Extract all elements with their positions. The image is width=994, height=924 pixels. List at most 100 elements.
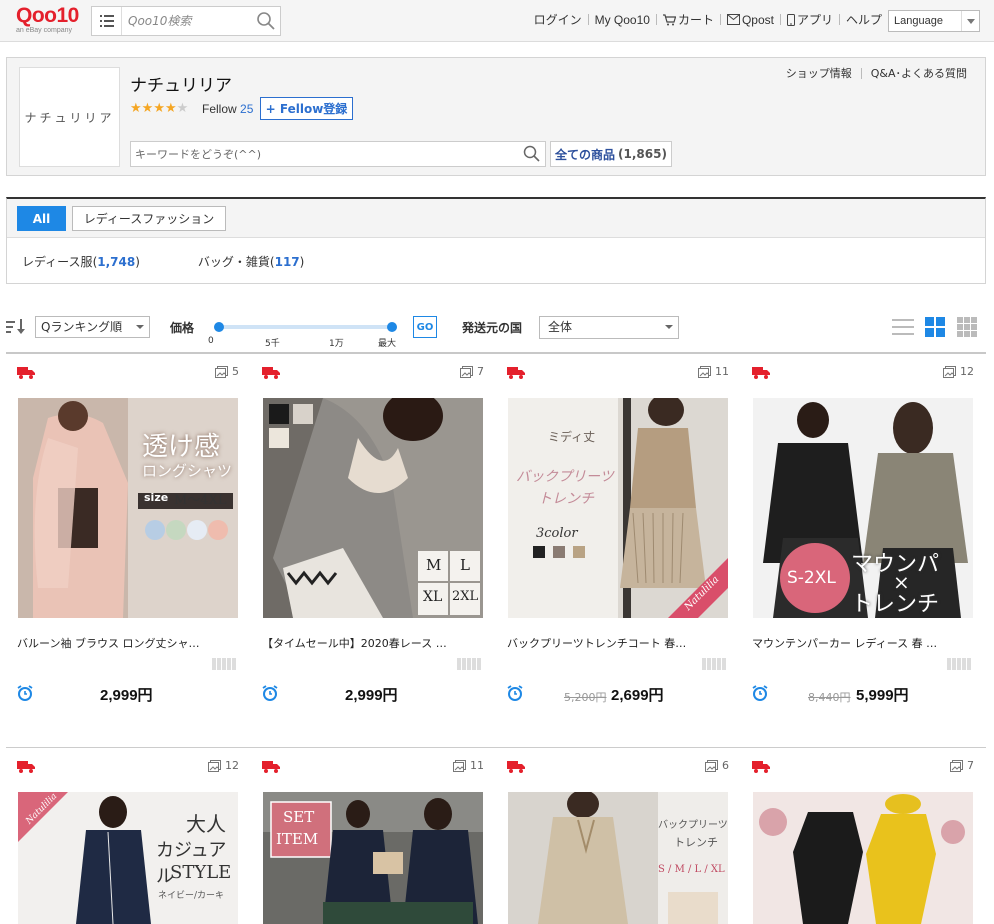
tab-ladies-fashion[interactable]: レディースファッション: [72, 206, 226, 231]
gallery-icon: [950, 759, 963, 772]
product-image-caption: バックプリーツ: [658, 820, 728, 831]
product-card: 12 Natulilia 大人 カジュアル STYLE ネイビー/カーキ: [17, 746, 239, 924]
faq-link[interactable]: Q&A･よくある質問: [871, 65, 967, 81]
fellow-count: Fellow 25: [202, 102, 254, 116]
shop-logo[interactable]: ナチュリリア: [19, 67, 120, 167]
search-icon[interactable]: [523, 145, 541, 163]
star-icon: ★: [164, 101, 177, 116]
product-image-caption: ミディ丈: [548, 430, 596, 444]
ship-from-label: 発送元の国: [462, 321, 523, 335]
category-menu-icon[interactable]: [92, 7, 122, 35]
nav-my-qoo10[interactable]: My Qoo10: [595, 13, 650, 27]
qoo10-logo[interactable]: Qoo10 an eBay company: [16, 4, 79, 37]
nav-help[interactable]: ヘルプ: [846, 11, 882, 28]
gallery-view-icon[interactable]: [956, 316, 978, 338]
product-title[interactable]: バルーン袖 ブラウス ロング丈シャツ ワイドスリーブ: [17, 635, 207, 651]
product-image-caption: バックプリーツ: [516, 469, 614, 485]
chevron-down-icon: [665, 325, 673, 329]
subcategory-bags[interactable]: バッグ・雑貨(117): [198, 253, 304, 270]
shop-info-link[interactable]: ショップ情報: [786, 65, 852, 81]
product-image-caption: M～4XL: [174, 493, 227, 508]
product-image[interactable]: 透け感 ロングシャツ size M～4XL: [18, 398, 238, 618]
shop-search: [130, 141, 546, 167]
delivery-truck-icon: [17, 366, 35, 382]
product-image[interactable]: M L XL 2XL: [263, 398, 483, 618]
sort-select[interactable]: Qランキング順: [35, 316, 150, 338]
product-image-caption: ネイビー/カーキ: [158, 891, 225, 901]
image-count: 11: [453, 759, 484, 772]
gallery-icon: [453, 759, 466, 772]
search-icon[interactable]: [256, 11, 276, 31]
rating-bars: [211, 658, 239, 670]
list-toolbar: Qランキング順 価格 0 5千 1万 最大 GO 発送元の国 全体: [6, 312, 986, 349]
price-slider-min-handle[interactable]: [214, 322, 224, 332]
price-slider[interactable]: [214, 322, 397, 332]
shop-rating-stars: ★ ★ ★ ★ ★: [130, 102, 188, 115]
product-image[interactable]: バックプリーツ トレンチ S / M / L / XL: [508, 792, 728, 924]
category-panel: All レディースファッション レディース服(1,748) バッグ・雑貨(117…: [6, 197, 986, 284]
rating-bars: [456, 658, 484, 670]
all-products-button[interactable]: 全ての商品 (1,865): [550, 141, 672, 167]
image-count: 7: [950, 759, 974, 772]
product-image[interactable]: Natulilia 大人 カジュアル STYLE ネイビー/カーキ: [18, 792, 238, 924]
global-nav: ログイン My Qoo10 カート Qpost アプリ ヘルプ: [534, 11, 882, 28]
follow-button[interactable]: + Fellow登録: [260, 97, 353, 120]
product-price: 2,999円: [345, 687, 398, 704]
subcategory-ladies-clothing[interactable]: レディース服(1,748): [22, 253, 140, 270]
image-count: 11: [698, 365, 729, 378]
alarm-clock-icon: [507, 685, 523, 704]
product-title[interactable]: バックプリーツトレンチコート 春服 レディース: [507, 635, 697, 651]
grid-view-icon[interactable]: [924, 316, 946, 338]
price-filter-label: 価格: [170, 321, 195, 335]
nav-login[interactable]: ログイン: [534, 11, 582, 28]
product-title[interactable]: マウンテンパーカー レディース 春 マウンテンパーカー: [752, 635, 942, 651]
category-tabs: All レディースファッション: [7, 199, 985, 238]
price-slider-ticks: 0 5千 1万 最大: [208, 336, 397, 349]
delivery-truck-icon: [507, 366, 525, 382]
shop-name: ナチュリリア: [130, 76, 232, 96]
product-image[interactable]: ミディ丈 バックプリーツ トレンチ 3color Natulilia: [508, 398, 728, 618]
language-select[interactable]: Language: [888, 10, 980, 32]
product-image[interactable]: S-2XL マウンパ × トレンチ: [753, 398, 973, 618]
product-image-caption: トレンチ: [851, 592, 940, 617]
rating-bars: [701, 658, 729, 670]
gallery-icon: [943, 365, 956, 378]
product-image-caption: STYLE: [170, 862, 232, 883]
star-empty-icon: ★: [176, 101, 189, 116]
tab-all[interactable]: All: [17, 206, 66, 231]
size-label: L: [460, 556, 470, 574]
nav-cart[interactable]: カート: [662, 11, 714, 28]
global-search-input[interactable]: [128, 11, 248, 31]
logo-text: Qoo10: [16, 4, 79, 27]
product-image[interactable]: SET ITEM: [263, 792, 483, 924]
gallery-icon: [215, 365, 228, 378]
alarm-clock-icon: [262, 685, 278, 704]
image-count: 7: [460, 365, 484, 378]
product-title[interactable]: 【タイムセール中】2020春レース リブニットトップス: [262, 635, 452, 651]
chevron-down-icon: [961, 11, 979, 31]
product-image[interactable]: [753, 792, 973, 924]
shop-links: ショップ情報 Q&A･よくある質問: [786, 65, 967, 81]
product-image-caption: ITEM: [276, 830, 319, 848]
product-image-caption: size: [144, 491, 169, 504]
product-image-caption: ロングシャツ: [142, 462, 233, 480]
price-go-button[interactable]: GO: [413, 316, 437, 338]
gallery-icon: [460, 365, 473, 378]
delivery-truck-icon: [507, 760, 525, 776]
logo-subtext: an eBay company: [16, 27, 73, 34]
price-slider-max-handle[interactable]: [387, 322, 397, 332]
product-image-caption: 透け感: [142, 432, 221, 462]
size-label: M: [426, 556, 442, 574]
list-view-icon[interactable]: [892, 316, 914, 338]
product-image-caption: トレンチ: [674, 836, 718, 849]
product-card: 11 SET ITEM: [262, 746, 484, 924]
product-image-caption: S-2XL: [787, 568, 836, 588]
delivery-truck-icon: [262, 760, 280, 776]
product-image-caption: 大人: [186, 812, 226, 836]
chevron-down-icon: [136, 325, 144, 329]
nav-qpost[interactable]: Qpost: [726, 13, 774, 27]
ship-from-select[interactable]: 全体: [539, 316, 679, 339]
nav-app[interactable]: アプリ: [786, 11, 833, 28]
product-card: 12 S-2XL マウンパ × トレンチ マウンテンパーカー レディース 春 マ…: [752, 352, 974, 712]
shop-search-input[interactable]: [135, 145, 515, 163]
